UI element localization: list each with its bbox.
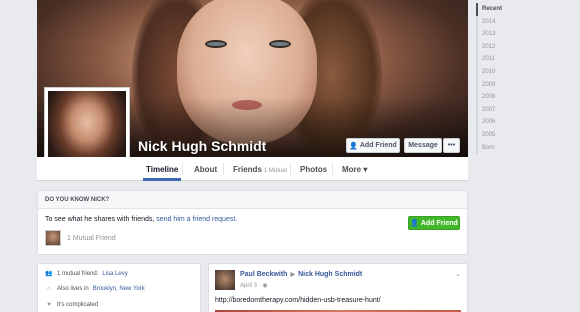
cover-eye-right [269,40,291,48]
tab-friends-label: Friends [233,165,262,174]
profile-name[interactable]: Nick Hugh Schmidt [138,138,266,154]
timeline-post: Paul Beckwith ▶ Nick Hugh Schmidt April … [208,263,468,312]
mutual-friend-count[interactable]: 1 Mutual Friend [67,235,116,242]
year-2006[interactable]: 2006 [476,116,542,129]
message-label: Message [408,142,438,149]
mutual-friend-avatar[interactable] [45,230,61,246]
do-you-know-box: DO YOU KNOW NICK? To see what he shares … [37,190,468,255]
tab-about[interactable]: About [194,157,217,181]
arrow-right-icon: ▶ [290,272,296,278]
year-2013[interactable]: 2013 [476,28,542,41]
home-icon: ⌂ [47,286,51,292]
intro-mutual-prefix: 1 mutual friend: [57,270,99,277]
intro-lives-link[interactable]: Brooklyn, New York [93,286,145,292]
friend-request-prompt: To see what he shares with friends, send… [45,216,237,223]
ellipsis-icon: ••• [447,142,456,149]
add-friend-icon: 👤 [349,142,358,150]
send-friend-request-link[interactable]: send him a friend request. [156,216,237,223]
year-2014[interactable]: 2014 [476,15,542,29]
post-link[interactable]: http://boredomtherapy.com/hidden-usb-tre… [215,297,381,304]
add-friend-button[interactable]: 👤 Add Friend [346,138,400,153]
message-button[interactable]: Message [404,138,442,153]
year-2010[interactable]: 2010 [476,65,542,79]
tab-photos[interactable]: Photos [300,157,327,181]
profile-tabbar: Timeline About Friends 1 Mutual Photos Mo… [37,157,468,181]
intro-box: 👥 1 mutual friend: Lisa Levy ⌂ Also live… [37,263,201,312]
tab-divider [223,163,224,175]
intro-relationship-row: ♥ It's complicated [45,302,98,308]
intro-lives-prefix: Also lives in [57,286,89,292]
year-2007[interactable]: 2007 [476,103,542,117]
tab-divider [332,163,333,175]
year-navigator: Recent 2014 2013 2012 2011 2010 2009 200… [476,3,542,159]
globe-icon: ◉ [262,283,268,289]
tab-friends-count: 1 Mutual [263,168,287,174]
intro-mutual-row: 👥 1 mutual friend: Lisa Levy [45,270,127,278]
year-2008[interactable]: 2008 [476,91,542,104]
do-you-know-header: DO YOU KNOW NICK? [38,191,467,209]
intro-relationship: It's complicated [57,302,99,308]
tab-more[interactable]: More ▾ [342,157,367,181]
tab-divider [290,163,291,175]
tab-timeline[interactable]: Timeline [142,157,182,181]
more-options-button[interactable]: ••• [443,138,460,153]
post-date-text: April 3 · [240,283,261,289]
year-2012[interactable]: 2012 [476,40,542,54]
add-friend-icon: 👤 [410,220,419,227]
cover-eye-left [205,40,227,48]
friend-request-text: To see what he shares with friends, [45,216,155,223]
tab-divider [182,163,183,175]
add-friend-green-button[interactable]: 👤 Add Friend [408,216,460,230]
post-target[interactable]: Nick Hugh Schmidt [298,271,362,278]
year-2011[interactable]: 2011 [476,53,542,66]
post-author-avatar[interactable] [215,270,235,290]
year-recent[interactable]: Recent [476,3,542,16]
year-2005[interactable]: 2005 [476,128,542,142]
intro-mutual-link[interactable]: Lisa Levy [102,271,127,277]
heart-icon: ♥ [47,302,51,308]
add-friend-label: Add Friend [359,142,397,149]
post-date[interactable]: April 3 · ◉ [240,282,268,289]
mutual-friend-row[interactable]: 1 Mutual Friend [45,230,116,246]
post-author[interactable]: Paul Beckwith [240,271,287,278]
chevron-down-icon[interactable]: ⌄ [455,270,461,278]
year-born[interactable]: Born [476,141,542,155]
year-2009[interactable]: 2009 [476,78,542,92]
add-friend-green-label: Add Friend [420,219,458,227]
tab-friends[interactable]: Friends 1 Mutual [233,157,287,181]
post-names: Paul Beckwith ▶ Nick Hugh Schmidt [240,271,362,278]
friends-icon: 👥 [45,271,53,277]
intro-lives-row: ⌂ Also lives in Brooklyn, New York [45,286,145,292]
